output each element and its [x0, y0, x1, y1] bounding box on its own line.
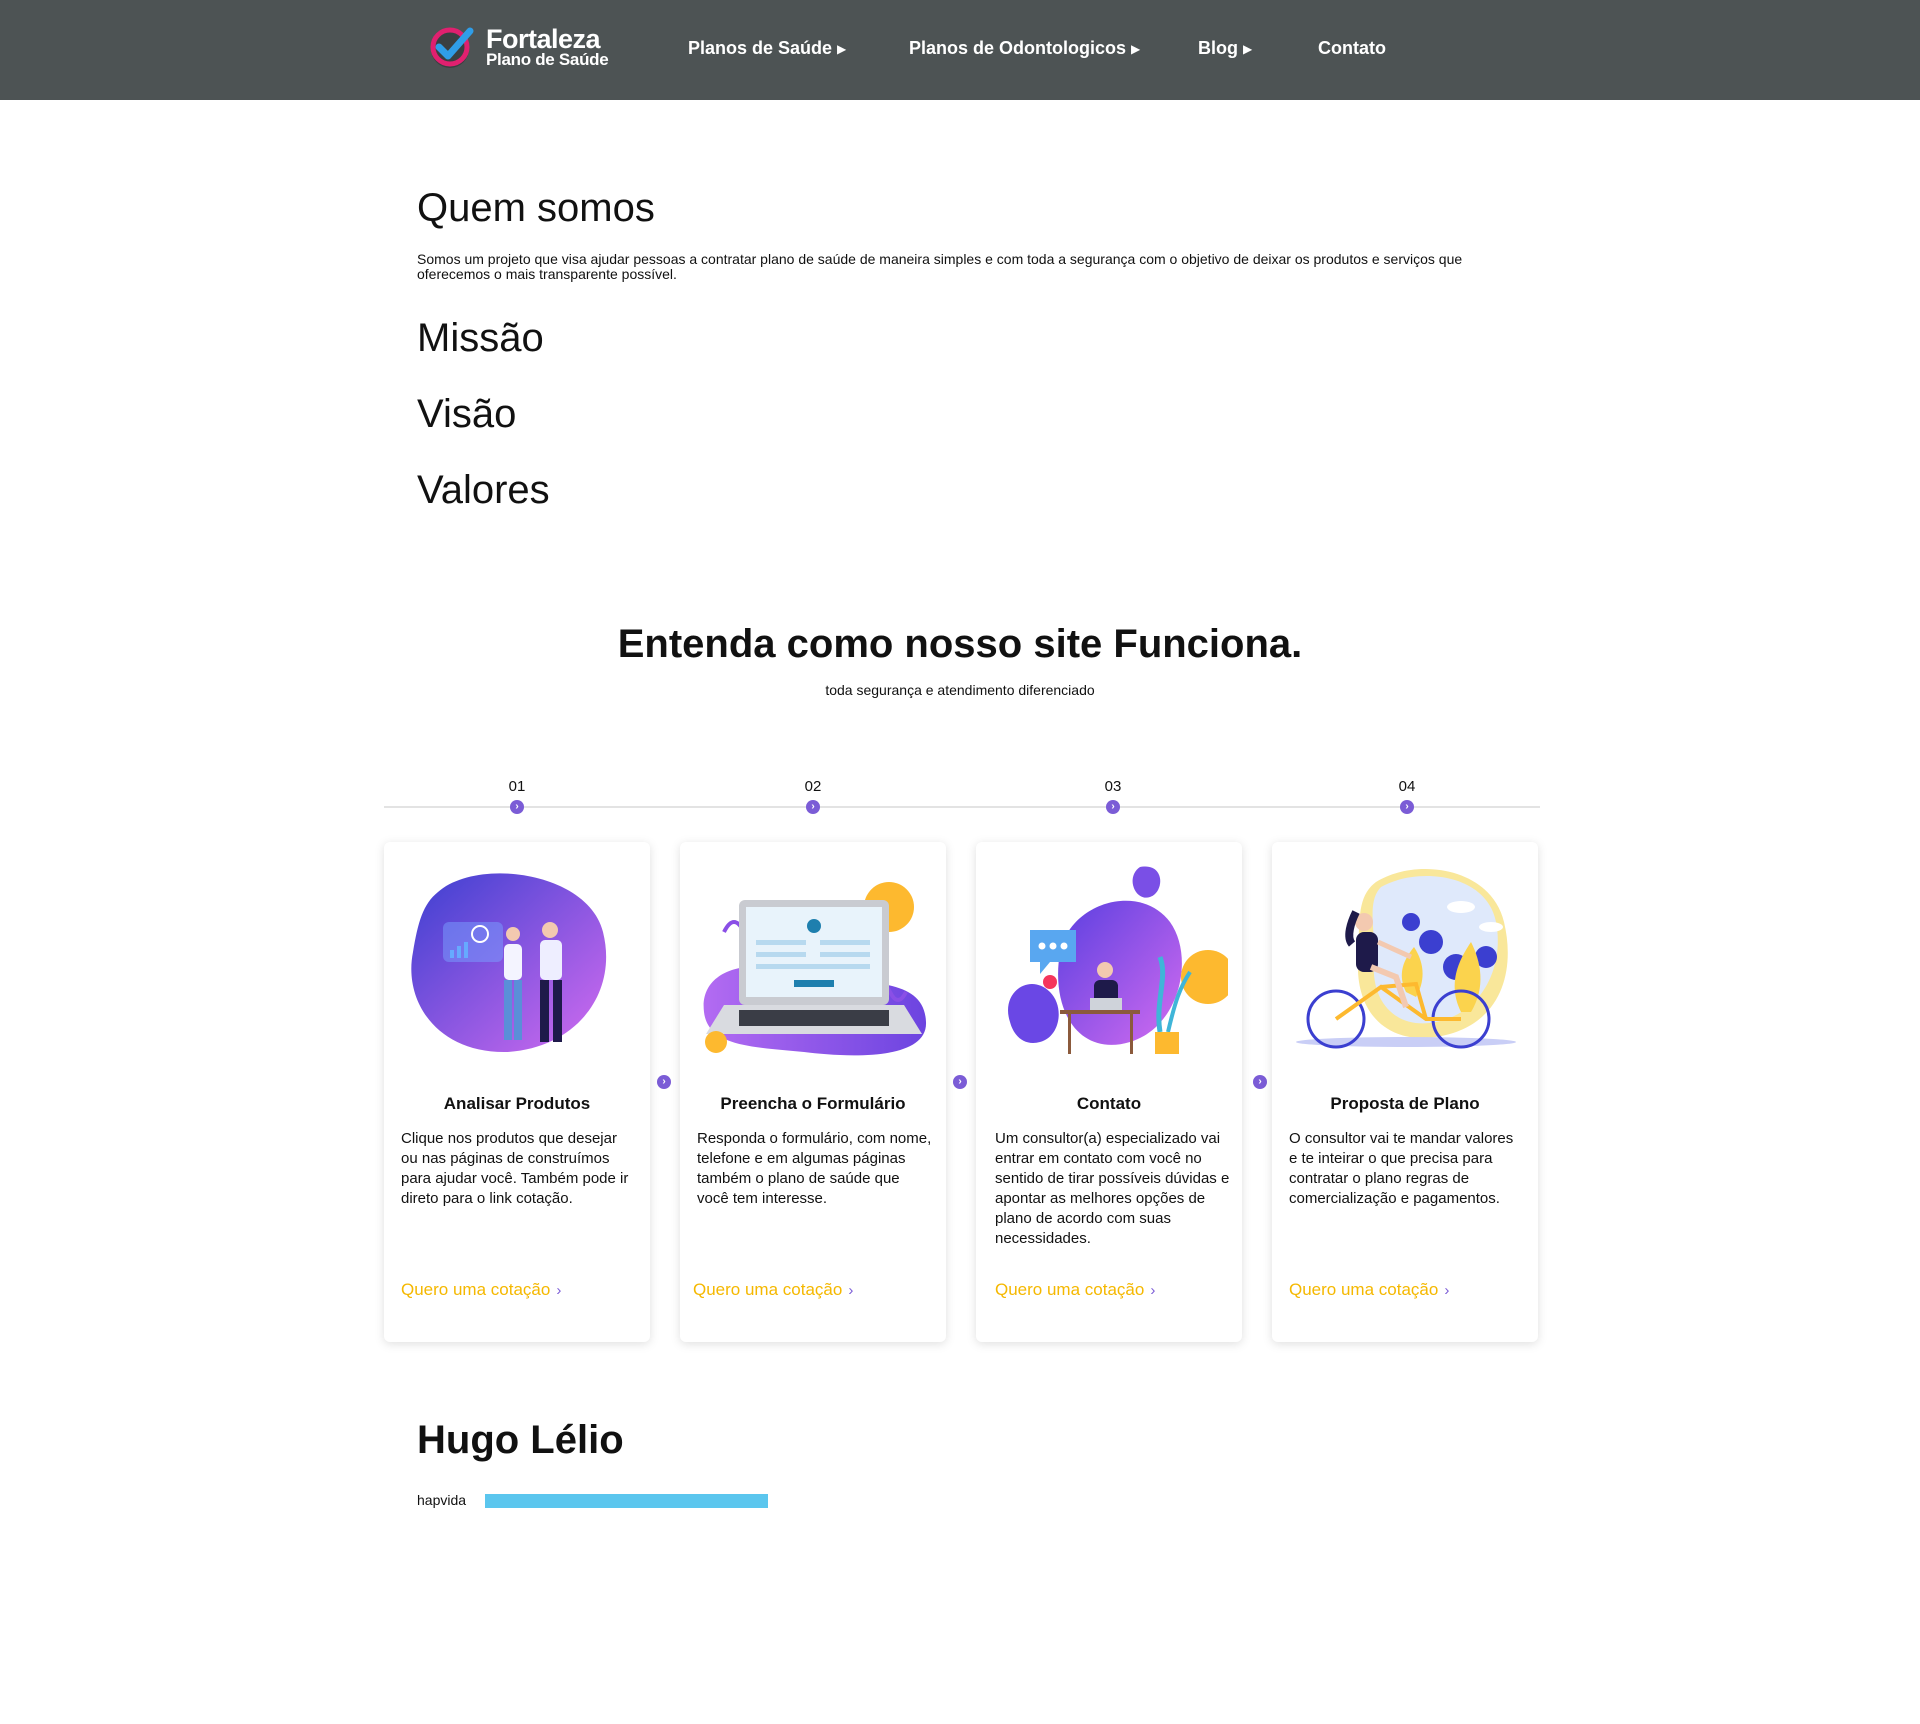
- arrow-next-icon: ›: [1253, 1075, 1267, 1089]
- progress-bar-fill: [485, 1494, 768, 1508]
- step-card-4: Proposta de Plano O consultor vai te man…: [1272, 842, 1538, 1342]
- nav-label: Blog: [1198, 38, 1238, 58]
- nav-label: Planos de Odontologicos: [909, 38, 1127, 58]
- caret-right-icon: ▶: [1243, 42, 1253, 56]
- consultant-desk-illustration-icon: [1008, 866, 1228, 1054]
- about-heading: Quem somos: [417, 186, 655, 230]
- vision-heading: Visão: [417, 392, 517, 436]
- vr-people-illustration-icon: [411, 873, 607, 1053]
- card-title: Preencha o Formulário: [720, 1094, 906, 1113]
- how-it-works-subtitle: toda segurança e atendimento diferenciad…: [825, 682, 1095, 698]
- quote-link-label: Quero uma cotação: [693, 1280, 843, 1299]
- chevron-right-icon: ›: [848, 1282, 854, 1299]
- quote-link[interactable]: Quero uma cotação ›: [693, 1280, 853, 1300]
- about-text: Somos um projeto que visa ajudar pessoas…: [417, 251, 1463, 282]
- chevron-right-icon: ›: [1444, 1282, 1450, 1299]
- timeline-dot-icon: ›: [510, 800, 524, 814]
- quote-link-label: Quero uma cotação: [995, 1280, 1145, 1299]
- nav-blog[interactable]: Blog ▶: [1198, 38, 1252, 59]
- nav-contato[interactable]: Contato: [1318, 38, 1386, 59]
- timeline-line: [384, 806, 1540, 808]
- card-text: O consultor vai te mandar valores e te i…: [1289, 1130, 1514, 1207]
- site-header: Fortaleza Plano de Saúde Planos de Saúde…: [0, 0, 1920, 100]
- timeline-dot-icon: ›: [806, 800, 820, 814]
- quote-link-label: Quero uma cotação: [401, 1280, 551, 1299]
- nav-label: Planos de Saúde: [688, 38, 833, 58]
- arrow-next-icon: ›: [953, 1075, 967, 1089]
- site-logo[interactable]: Fortaleza Plano de Saúde: [428, 20, 628, 76]
- person-name: Hugo Lélio: [417, 1418, 624, 1462]
- nav-planos-odontologicos[interactable]: Planos de Odontologicos ▶: [909, 38, 1140, 59]
- how-it-works-title: Entenda como nosso site Funciona.: [617, 622, 1303, 666]
- card-title: Analisar Produtos: [443, 1094, 591, 1113]
- check-logo-icon: [430, 27, 474, 68]
- progress-bar-label: hapvida: [417, 1492, 467, 1508]
- step-card-3: Contato Um consultor(a) especializado va…: [976, 842, 1242, 1342]
- progress-bar: [485, 1494, 768, 1508]
- step-number: 02: [804, 778, 822, 795]
- card-text: Um consultor(a) especializado vai entrar…: [995, 1130, 1230, 1247]
- quote-link[interactable]: Quero uma cotação ›: [1289, 1280, 1449, 1300]
- nav-label: Contato: [1318, 38, 1386, 58]
- step-number: 03: [1104, 778, 1122, 795]
- chevron-right-icon: ›: [556, 1282, 562, 1299]
- logo-subtitle: Plano de Saúde: [486, 50, 609, 69]
- step-number: 01: [508, 778, 526, 795]
- card-text: Responda o formulário, com nome, telefon…: [697, 1130, 932, 1207]
- quote-link-label: Quero uma cotação: [1289, 1280, 1439, 1299]
- card-title: Contato: [1076, 1094, 1142, 1113]
- laptop-form-illustration-icon: [703, 882, 927, 1056]
- card-title: Proposta de Plano: [1330, 1094, 1480, 1113]
- chevron-right-icon: ›: [1150, 1282, 1156, 1299]
- arrow-next-icon: ›: [657, 1075, 671, 1089]
- timeline-dot-icon: ›: [1400, 800, 1414, 814]
- bicycle-woman-illustration-icon: [1296, 869, 1516, 1049]
- step-card-1: Analisar Produtos Clique nos produtos qu…: [384, 842, 650, 1342]
- mission-heading: Missão: [417, 316, 544, 360]
- caret-right-icon: ▶: [837, 42, 847, 56]
- card-text: Clique nos produtos que desejar ou nas p…: [401, 1130, 629, 1207]
- values-heading: Valores: [417, 468, 550, 512]
- step-card-2: Preencha o Formulário Responda o formulá…: [680, 842, 946, 1342]
- quote-link[interactable]: Quero uma cotação ›: [995, 1280, 1155, 1300]
- timeline-dot-icon: ›: [1106, 800, 1120, 814]
- quote-link[interactable]: Quero uma cotação ›: [401, 1280, 561, 1300]
- step-number: 04: [1398, 778, 1416, 795]
- nav-planos-saude[interactable]: Planos de Saúde ▶: [688, 38, 846, 59]
- caret-right-icon: ▶: [1131, 42, 1141, 56]
